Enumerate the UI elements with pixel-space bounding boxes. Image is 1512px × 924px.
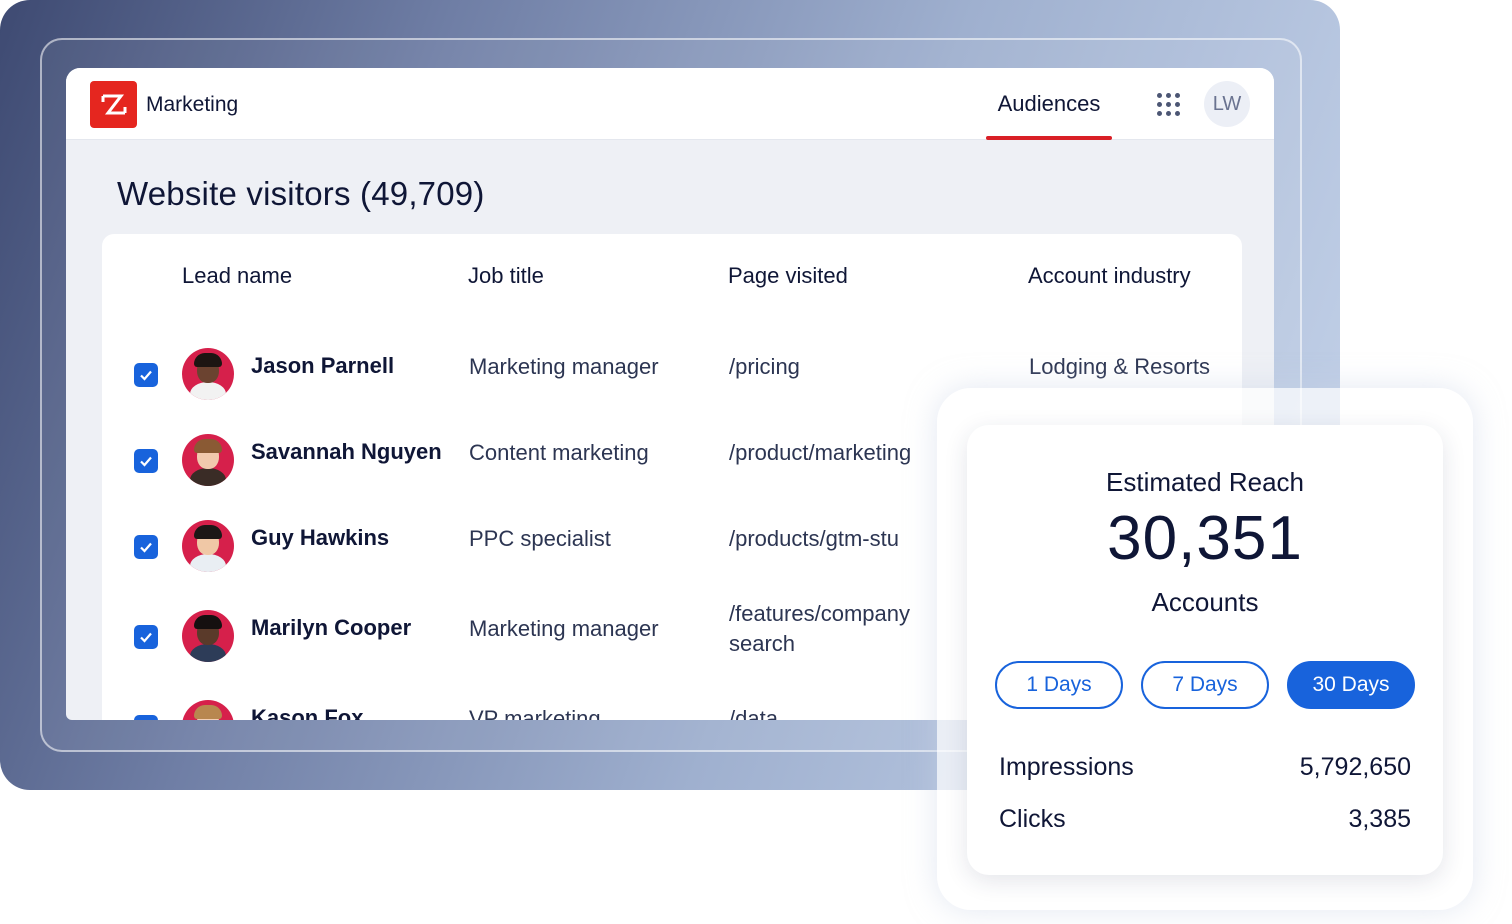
tab-audiences[interactable]: Audiences: [986, 68, 1112, 140]
impressions-value: 5,792,650: [1299, 753, 1411, 781]
page-visited: /data: [729, 706, 778, 720]
row-checkbox[interactable]: [134, 625, 158, 649]
impressions-label: Impressions: [999, 753, 1134, 781]
column-header-page-visited[interactable]: Page visited: [728, 263, 848, 289]
job-title: Content marketing: [469, 440, 649, 465]
lead-name[interactable]: Jason Parnell: [251, 353, 394, 379]
top-nav-bar: Marketing Audiences LW: [66, 68, 1274, 140]
range-30-days-button[interactable]: 30 Days: [1287, 661, 1415, 709]
job-title: VP marketing: [469, 706, 601, 720]
estimated-reach-card: Estimated Reach 30,351 Accounts 1 Days 7…: [967, 425, 1443, 875]
page-visited: /products/gtm-stu: [729, 526, 899, 551]
clicks-value: 3,385: [1348, 805, 1411, 833]
row-checkbox[interactable]: [134, 715, 158, 720]
app-name: Marketing: [146, 93, 239, 116]
user-avatar[interactable]: LW: [1204, 81, 1250, 127]
lead-name[interactable]: Marilyn Cooper: [251, 615, 411, 641]
range-7-days-button[interactable]: 7 Days: [1141, 661, 1269, 709]
job-title: PPC specialist: [469, 526, 611, 551]
reach-title: Estimated Reach: [1106, 467, 1304, 497]
page-visited: /features/company search: [729, 601, 910, 656]
avatar: [182, 610, 234, 662]
clicks-label: Clicks: [999, 805, 1066, 833]
reach-value: 30,351: [1107, 504, 1303, 573]
lead-name[interactable]: Guy Hawkins: [251, 525, 389, 551]
account-industry: Lodging & Resorts: [1029, 354, 1210, 379]
page-title: Website visitors (49,709): [117, 175, 485, 212]
row-checkbox[interactable]: [134, 363, 158, 387]
job-title: Marketing manager: [469, 354, 659, 379]
job-title: Marketing manager: [469, 616, 659, 641]
reach-unit: Accounts: [1151, 587, 1259, 617]
avatar: [182, 348, 234, 400]
app-grid-icon[interactable]: [1154, 90, 1182, 118]
column-header-lead-name[interactable]: Lead name: [182, 263, 292, 289]
column-header-job-title[interactable]: Job title: [468, 263, 544, 289]
row-checkbox[interactable]: [134, 449, 158, 473]
zoominfo-logo-icon[interactable]: [90, 81, 137, 128]
row-checkbox[interactable]: [134, 535, 158, 559]
page-visited: /product/marketing: [729, 440, 912, 465]
lead-name[interactable]: Kason Fox: [251, 705, 363, 720]
avatar: [182, 520, 234, 572]
lead-name[interactable]: Savannah Nguyen: [251, 439, 442, 465]
column-header-account-industry[interactable]: Account industry: [1028, 263, 1191, 289]
avatar: [182, 434, 234, 486]
page-visited: /pricing: [729, 354, 800, 379]
range-1-days-button[interactable]: 1 Days: [995, 661, 1123, 709]
